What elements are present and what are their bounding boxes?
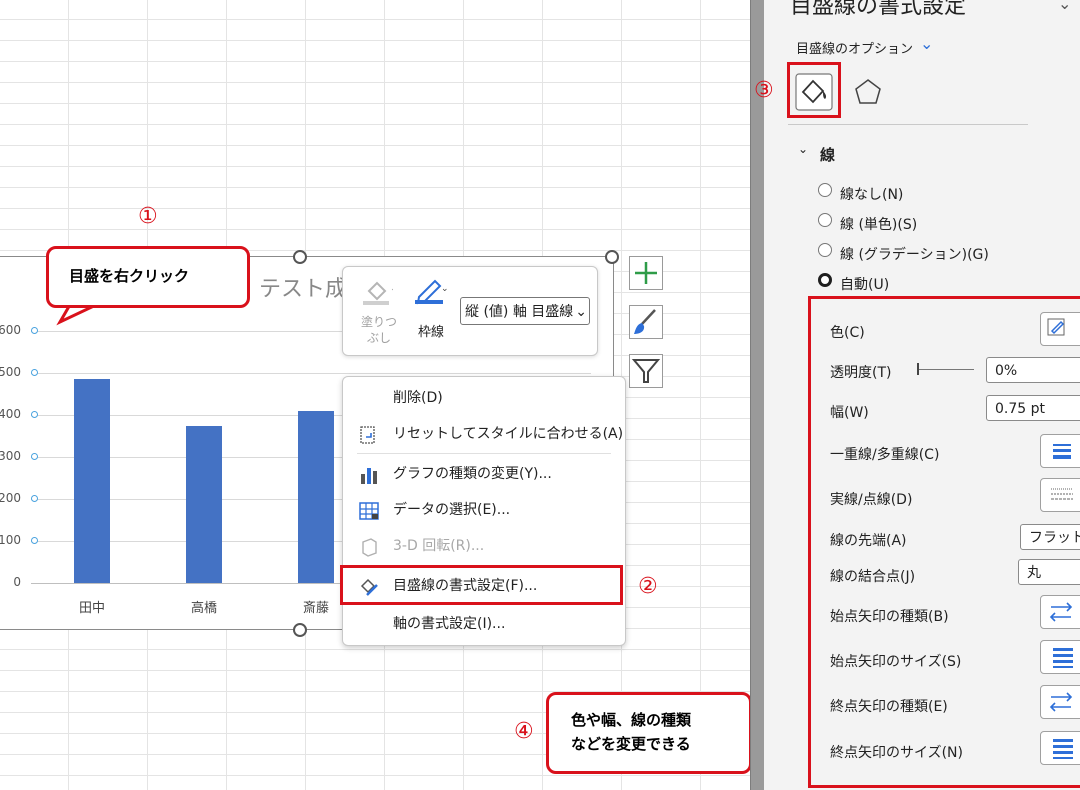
menu-item-label: 3-D 回転(R)... [393, 538, 485, 554]
radio-label-automatic: 自動(U) [840, 277, 890, 293]
step-number-1: ① [138, 204, 158, 229]
menu-item-label: グラフの種類の変更(Y)... [393, 466, 552, 482]
radio-label-no-line: 線なし(N) [840, 187, 904, 203]
radio-no-line[interactable] [818, 183, 832, 197]
menu-separator [357, 453, 611, 454]
bar-2[interactable] [186, 425, 222, 583]
properties-highlight-box [808, 296, 1080, 788]
filter-icon [631, 359, 661, 383]
radio-solid-line[interactable] [818, 213, 832, 227]
paint-bucket-icon: ⌄ [363, 281, 393, 305]
x-tick-label: 田中 [78, 601, 105, 616]
x-tick-label: 斎藤 [302, 601, 329, 616]
fill-button[interactable]: ⌄ 塗りつ ぶし [357, 273, 401, 345]
chart-elements-button[interactable] [629, 256, 663, 290]
gridline-selection-marker[interactable] [31, 495, 38, 502]
bar-1[interactable] [74, 379, 110, 583]
effects-tab[interactable] [850, 74, 886, 110]
gridline-selection-marker[interactable] [31, 537, 38, 544]
y-tick-label: 500 [0, 365, 21, 379]
menu-item-reset-style[interactable]: リセットしてスタイルに合わせる(A) [343, 417, 625, 451]
3d-rotation-icon [362, 538, 377, 557]
pane-divider [788, 124, 1028, 125]
chevron-down-icon[interactable]: ⌄ [920, 34, 933, 53]
fill-label-1: 塗りつ [360, 315, 398, 329]
chart-element-select[interactable]: 縦 (値) 軸 目盛線 ⌄ [460, 297, 590, 325]
y-tick-label: 200 [0, 491, 21, 505]
y-tick-label: 400 [0, 407, 21, 421]
y-tick-label: 0 [13, 575, 21, 589]
fill-label-2: ぶし [366, 331, 391, 345]
y-tick-label: 100 [0, 533, 21, 547]
mini-toolbar: ⌄ 塗りつ ぶし ⌄ 枠線 縦 (値) 軸 目盛線 ⌄ [342, 266, 598, 356]
chart-element-value: 縦 (値) 軸 目盛線 [465, 304, 574, 320]
menu-item-delete[interactable]: 削除(D) [343, 381, 625, 415]
pane-menu-chevron-icon[interactable]: ⌄ [1058, 0, 1071, 13]
menu-item-label: 削除(D) [393, 390, 443, 406]
chevron-down-icon: ⌄ [573, 298, 587, 324]
tab-highlight-box [787, 62, 841, 118]
callout-text-line1: 色や幅、線の種類 [571, 711, 692, 729]
radio-automatic[interactable] [818, 273, 832, 287]
step-number-3: ③ [754, 78, 774, 103]
radio-gradient-line[interactable] [818, 243, 832, 257]
svg-text:⌄: ⌄ [390, 284, 393, 294]
radio-label-solid-line: 線 (単色)(S) [840, 217, 918, 233]
pentagon-icon [855, 79, 881, 104]
menu-item-3d-rotation: 3-D 回転(R)... [343, 529, 625, 563]
gridline-selection-marker[interactable] [31, 327, 38, 334]
outline-label: 枠線 [417, 325, 444, 340]
gridline-selection-marker[interactable] [31, 453, 38, 460]
pen-outline-icon: ⌄ [415, 279, 447, 305]
chart-resize-handle-top-right[interactable] [605, 250, 619, 264]
menu-item-label: 軸の書式設定(I)... [393, 616, 506, 632]
reset-style-icon [360, 426, 375, 444]
menu-item-change-chart-type[interactable]: グラフの種類の変更(Y)... [343, 457, 625, 491]
gridline[interactable] [31, 373, 591, 374]
callout-pointer-join [740, 704, 748, 726]
outline-button[interactable]: ⌄ 枠線 [409, 273, 453, 343]
callout-properties: 色や幅、線の種類 などを変更できる [546, 692, 752, 774]
menu-item-format-axis[interactable]: 軸の書式設定(I)... [343, 607, 625, 641]
y-tick-label: 600 [0, 323, 21, 337]
chart-filters-button[interactable] [629, 354, 663, 388]
chart-resize-handle-top[interactable] [293, 250, 307, 264]
x-tick-label: 高橋 [190, 601, 217, 616]
menu-item-select-data[interactable]: データの選択(E)... [343, 493, 625, 527]
select-data-icon [359, 502, 379, 520]
section-collapse-chevron-icon[interactable]: ⌄ [798, 142, 808, 156]
chart-resize-handle-bottom[interactable] [293, 623, 307, 637]
chart-type-icon [361, 468, 377, 484]
menu-highlight-box [340, 565, 623, 605]
brush-icon [634, 309, 656, 334]
step-number-2: ② [638, 574, 658, 599]
y-tick-label: 300 [0, 449, 21, 463]
gridline-selection-marker[interactable] [31, 411, 38, 418]
chart-styles-button[interactable] [629, 305, 663, 339]
callout-pointer-join [70, 296, 118, 304]
step-number-4: ④ [514, 719, 534, 744]
callout-text-line2: などを変更できる [571, 735, 691, 753]
format-gridlines-pane: 目盛線の書式設定 ⌄ 目盛線のオプション ⌄ ⌄ 線 線なし(N) 線 (単色)… [764, 0, 1080, 790]
svg-text:⌄: ⌄ [441, 284, 447, 294]
section-line-heading[interactable]: 線 [820, 144, 835, 165]
menu-item-label: リセットしてスタイルに合わせる(A) [393, 426, 624, 442]
plus-icon [635, 262, 657, 284]
callout-text: 目盛を右クリック [69, 267, 190, 285]
radio-label-gradient-line: 線 (グラデーション)(G) [840, 247, 989, 263]
context-menu: 削除(D) リセットしてスタイルに合わせる(A) グラフの種類の変更(Y)...… [342, 376, 626, 646]
pane-title: 目盛線の書式設定 [790, 0, 967, 19]
gridline-selection-marker[interactable] [31, 369, 38, 376]
options-dropdown-label[interactable]: 目盛線のオプション [796, 38, 913, 57]
menu-item-label: データの選択(E)... [393, 502, 511, 518]
bar-3[interactable] [298, 410, 334, 583]
